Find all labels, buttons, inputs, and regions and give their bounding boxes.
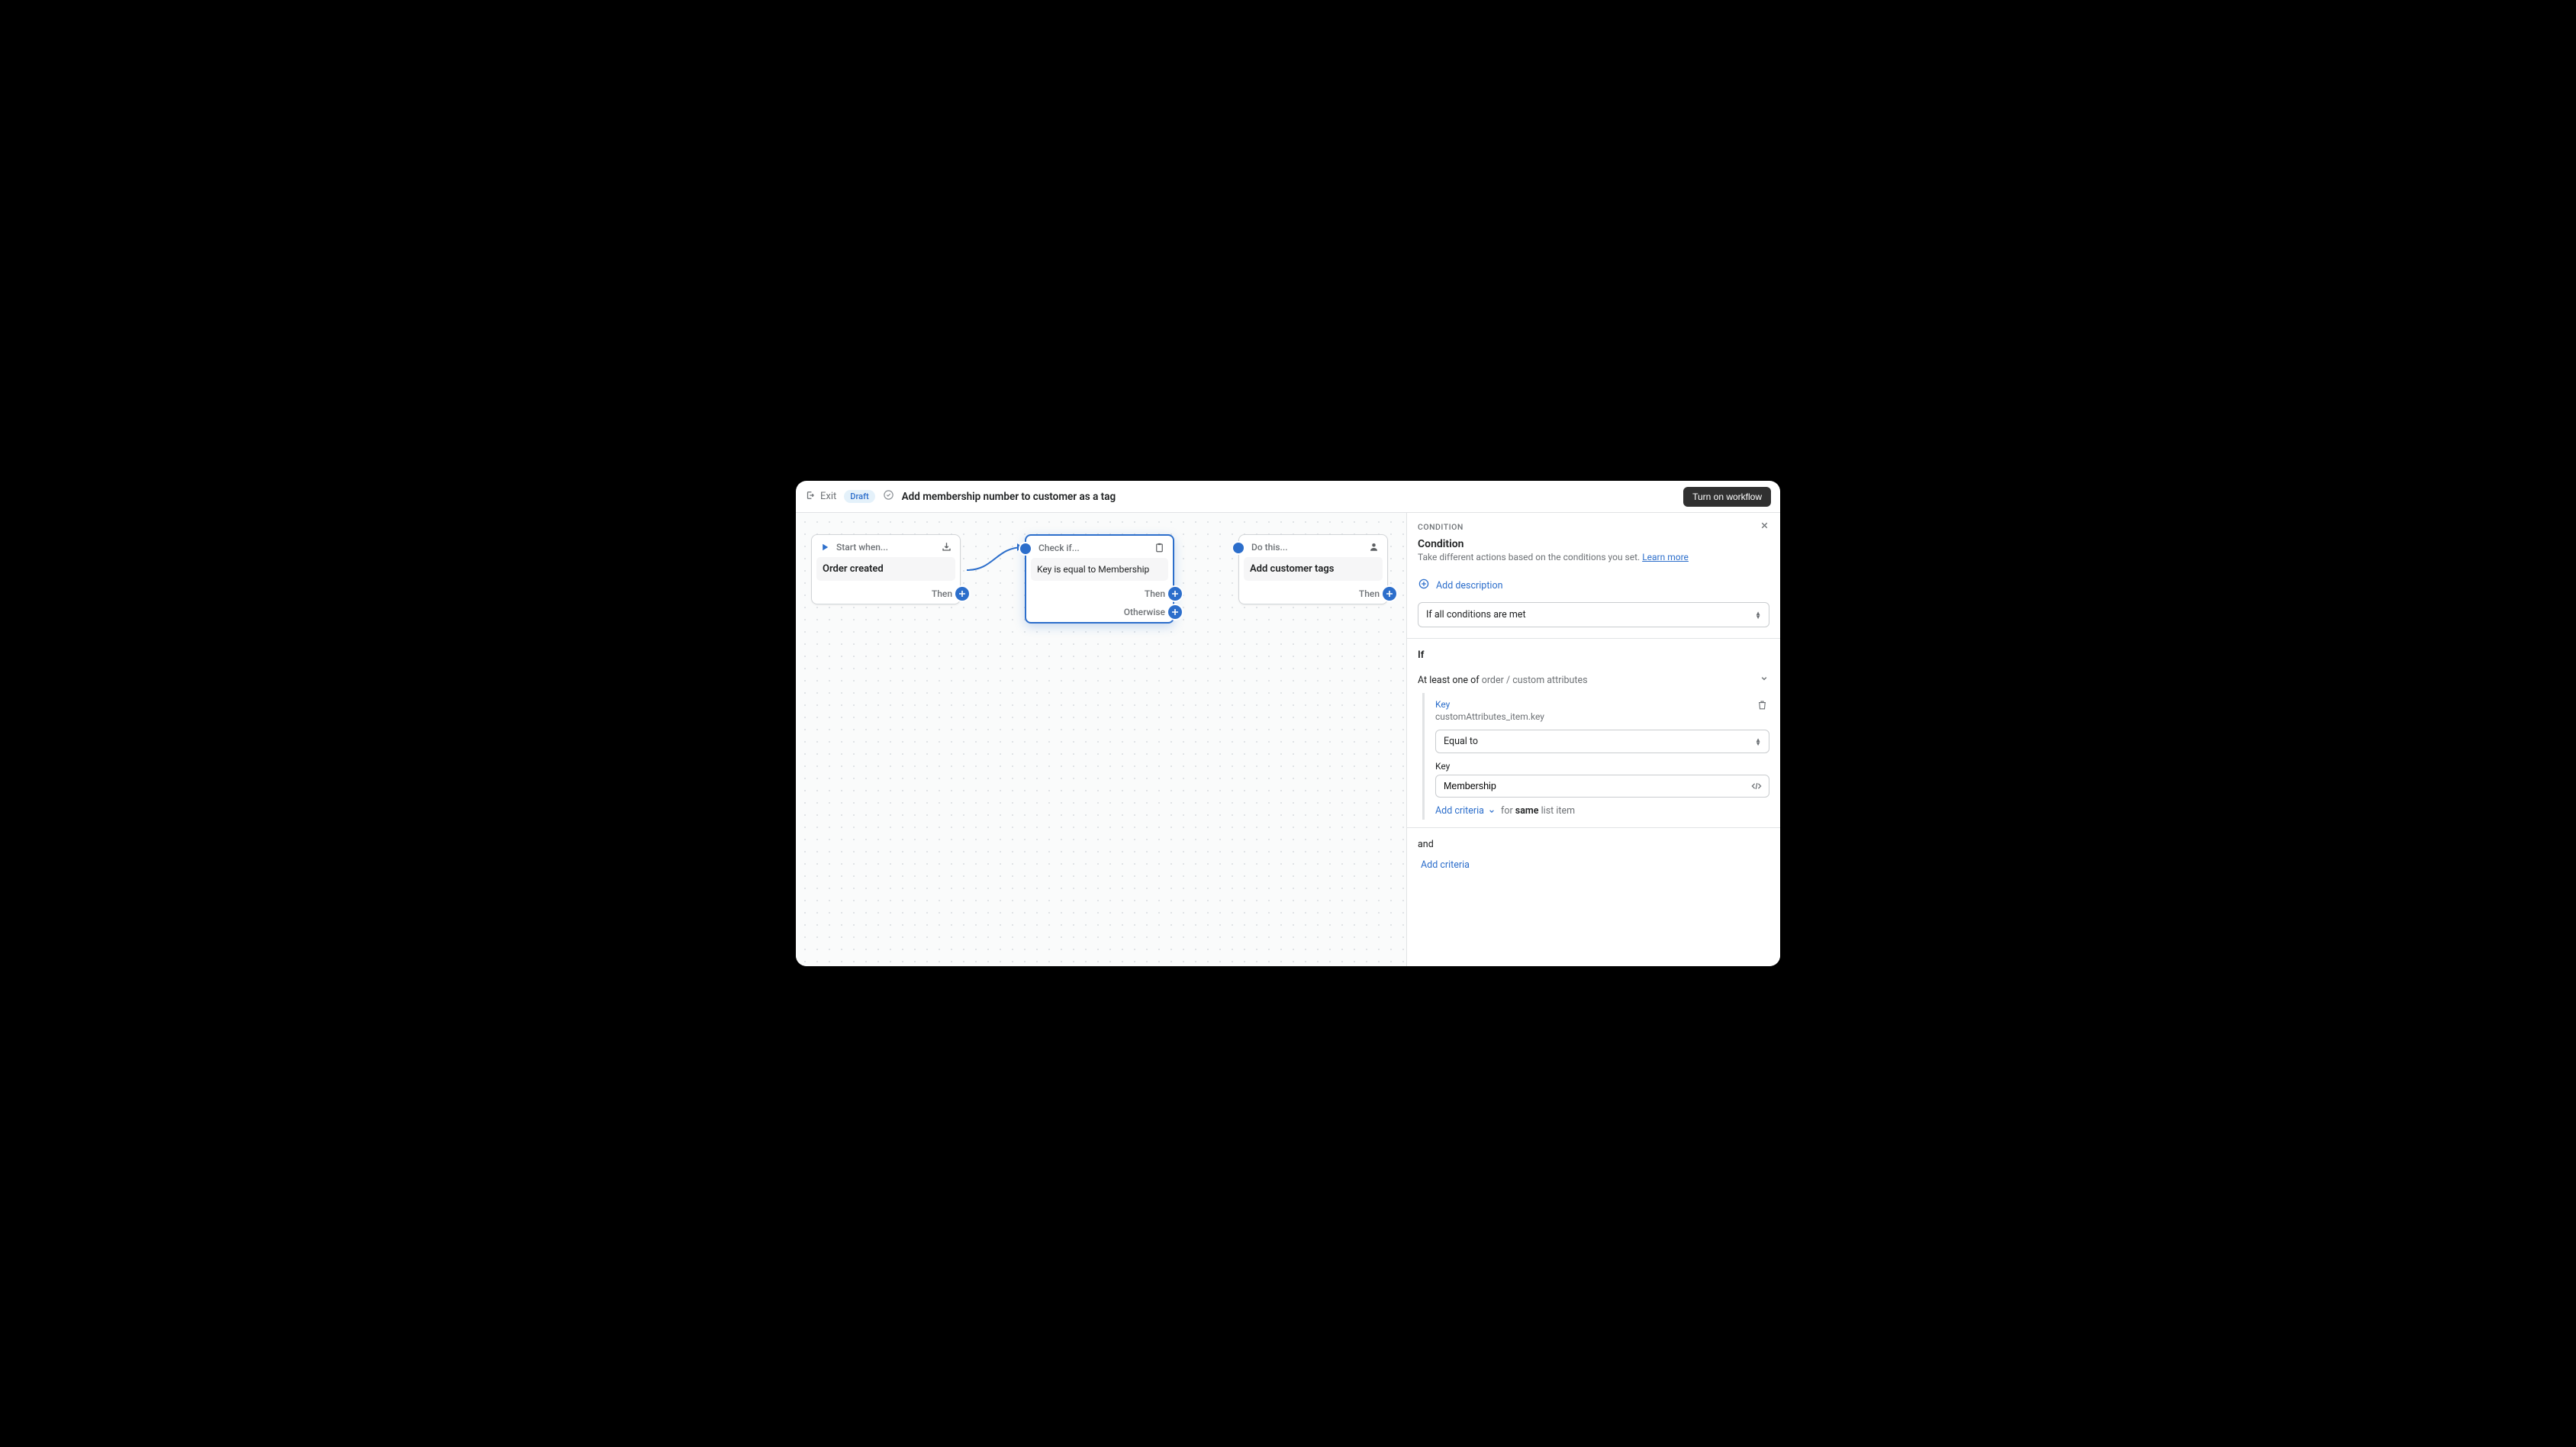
node-then-row: Then [1239,585,1387,604]
add-description-label: Add description [1436,580,1502,591]
value-field-label: Key [1435,761,1769,772]
then-label: Then [1359,588,1380,599]
exit-button[interactable]: Exit [805,490,836,504]
criteria-block: Key customAttributes_item.key Equal to ▲… [1422,693,1769,820]
node-trigger[interactable]: Start when... Order created Then [811,534,961,604]
details-sidebar: CONDITION Condition Take different actio… [1406,513,1780,966]
input-port [1233,543,1244,553]
then-label: Then [1145,588,1165,599]
learn-more-link[interactable]: Learn more [1642,552,1689,562]
workflow-canvas[interactable]: Start when... Order created Then Ch [796,513,1406,966]
add-description-button[interactable]: Add description [1407,572,1780,602]
exit-icon [805,490,816,504]
operator-select[interactable]: Equal to ▲▼ [1435,730,1769,753]
close-sidebar-button[interactable] [1760,520,1769,533]
node-then-row: Then [1026,585,1173,604]
node-condition[interactable]: Check if... Key is equal to Membership T… [1025,534,1174,624]
otherwise-label: Otherwise [1124,607,1165,617]
node-head: Check if... [1026,536,1173,558]
same-item-text: for same list item [1501,805,1575,817]
sidebar-title: Condition [1407,537,1780,550]
sidebar-subtitle: Take different actions based on the cond… [1407,550,1780,572]
person-icon [1368,541,1380,553]
play-icon [819,542,830,553]
node-head-label: Do this... [1251,542,1362,553]
filter-prefix: At least one of [1418,675,1482,686]
draft-badge: Draft [844,490,874,503]
filter-header[interactable]: At least one of order / custom attribute… [1407,667,1780,693]
status-check-icon [883,489,894,504]
value-input-wrap [1435,775,1769,798]
add-step-button[interactable] [1383,587,1396,601]
then-label: Then [932,588,952,599]
app-window: Exit Draft Add membership number to cust… [796,481,1780,966]
exit-label: Exit [820,491,836,502]
node-otherwise-row: Otherwise [1026,604,1173,622]
sidebar-subtitle-text: Take different actions based on the cond… [1418,552,1642,562]
delete-criteria-button[interactable] [1757,699,1769,714]
note-icon [1418,578,1430,593]
code-icon[interactable] [1750,780,1763,792]
node-head: Start when... [812,535,960,557]
header-bar: Exit Draft Add membership number to cust… [796,481,1780,513]
add-criteria-button[interactable]: Add criteria [1407,855,1780,886]
operator-value: Equal to [1444,736,1478,747]
criteria-key-path: customAttributes_item.key [1435,711,1544,722]
add-step-button[interactable] [1168,587,1182,601]
node-body: Add customer tags [1244,557,1383,581]
select-arrows-icon: ▲▼ [1755,611,1761,619]
and-label: and [1407,828,1780,855]
add-criteria-label: Add criteria [1435,805,1484,817]
node-head-label: Start when... [836,542,935,553]
filter-text: At least one of order / custom attribute… [1418,675,1588,686]
chevron-down-icon [1759,673,1769,687]
match-mode-select[interactable]: If all conditions are met ▲▼ [1418,602,1769,627]
add-step-button[interactable] [955,587,969,601]
sidebar-caption: CONDITION [1418,522,1760,532]
filter-target: order / custom attributes [1482,675,1588,686]
workflow-title: Add membership number to customer as a t… [902,491,1116,503]
add-criteria-link[interactable]: Add criteria [1435,805,1496,817]
node-body: Order created [816,557,955,581]
match-mode-value: If all conditions are met [1426,609,1526,620]
node-action[interactable]: Do this... Add customer tags Then [1238,534,1388,604]
value-input[interactable] [1436,775,1750,797]
node-head-label: Check if... [1038,543,1148,553]
body: Start when... Order created Then Ch [796,513,1780,966]
node-head: Do this... [1239,535,1387,557]
add-criteria-same-item: Add criteria for same list item [1435,798,1575,817]
if-section-label: If [1407,639,1780,667]
clipboard-icon [1154,542,1165,553]
node-then-row: Then [812,585,960,604]
criteria-key-link[interactable]: Key [1435,699,1544,710]
add-step-button[interactable] [1168,605,1182,619]
turn-on-workflow-button[interactable]: Turn on workflow [1683,487,1771,507]
import-icon [941,541,952,553]
input-port [1020,543,1031,554]
node-body: Key is equal to Membership [1031,558,1168,581]
select-arrows-icon: ▲▼ [1755,738,1761,746]
